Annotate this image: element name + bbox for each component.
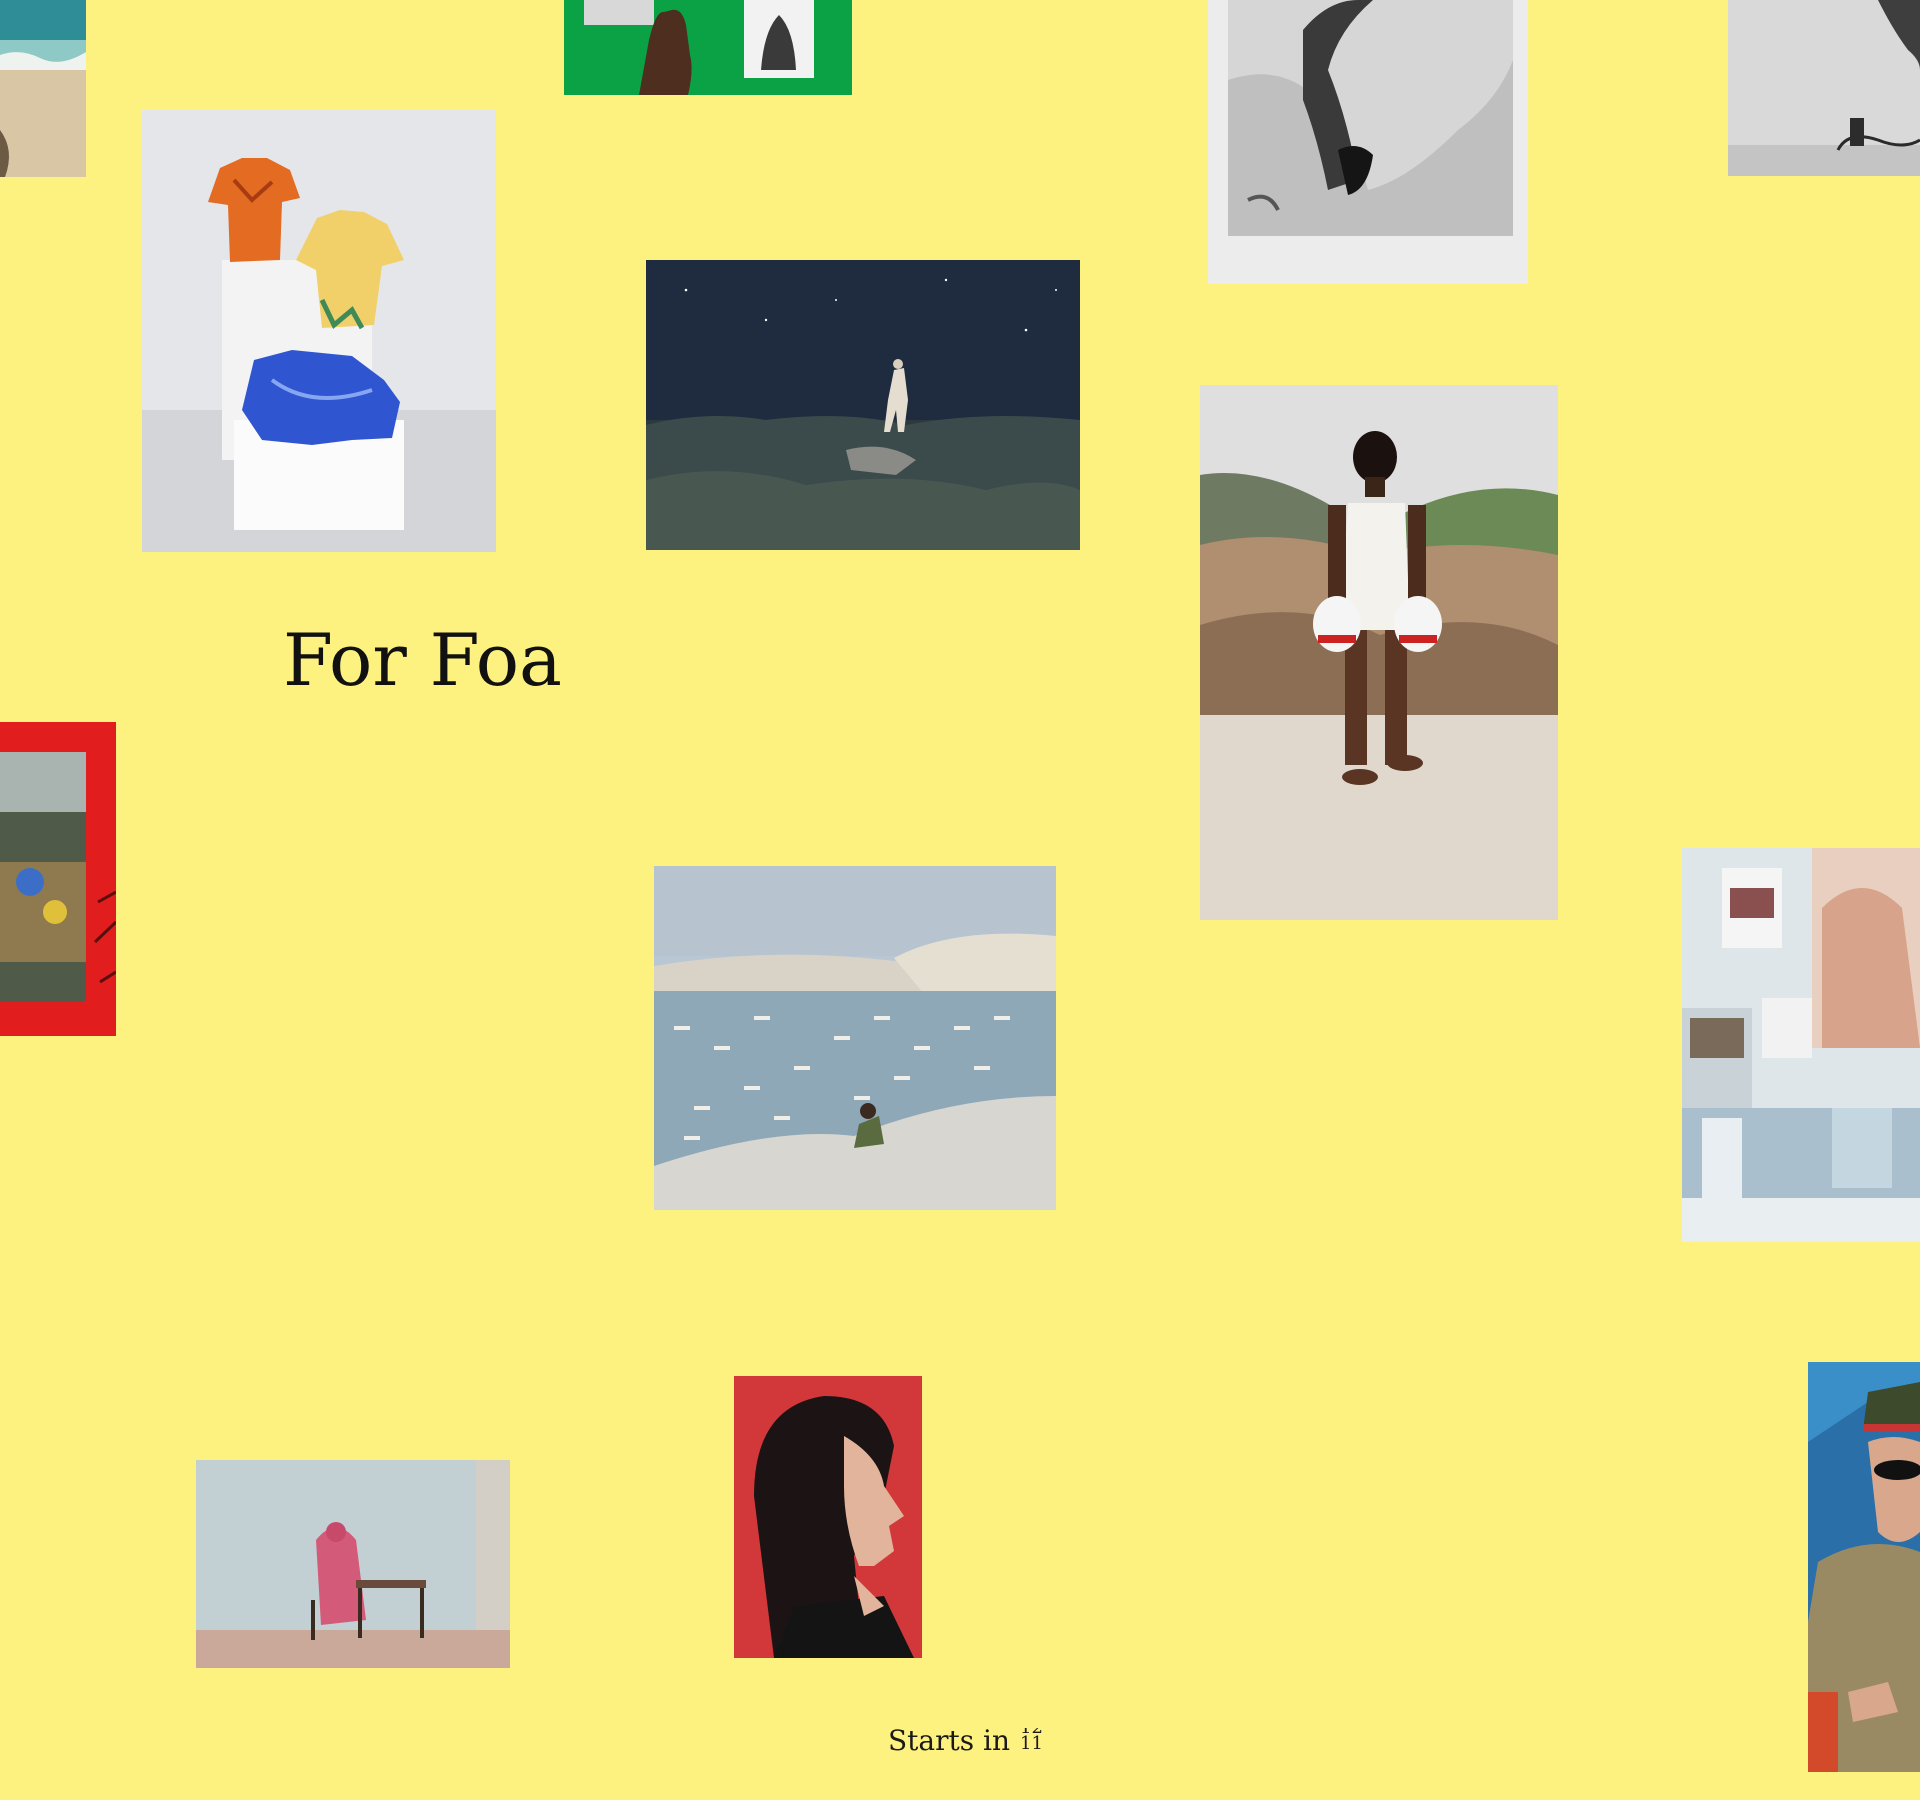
photo-studio-collage[interactable] [1682, 848, 1920, 1242]
countdown-label: Starts in [888, 1724, 1011, 1757]
countdown-current-digit: 11 [1020, 1732, 1043, 1754]
countdown-number: 12 11 [1020, 1728, 1043, 1754]
photo-gallery-installation-bw[interactable] [1728, 0, 1920, 176]
photo-beach-sand[interactable] [0, 0, 86, 177]
countdown: Starts in 12 11 [888, 1724, 1043, 1757]
page-title: For Foa [283, 618, 562, 702]
photo-harbour-boats[interactable] [654, 866, 1056, 1210]
photo-hand-green-table[interactable] [564, 0, 852, 95]
photo-shirt-sculptures[interactable] [142, 110, 496, 552]
photo-officer-portrait[interactable] [1808, 1362, 1920, 1772]
photo-woman-profile-red[interactable] [734, 1376, 922, 1658]
photo-night-sky-figure[interactable] [646, 260, 1080, 550]
photo-boxer-beach[interactable] [1200, 385, 1558, 920]
photo-woman-pink-desk[interactable] [196, 1460, 510, 1668]
photo-red-frame-playground[interactable] [0, 722, 116, 1036]
photo-bw-rock-print[interactable] [1208, 0, 1528, 284]
